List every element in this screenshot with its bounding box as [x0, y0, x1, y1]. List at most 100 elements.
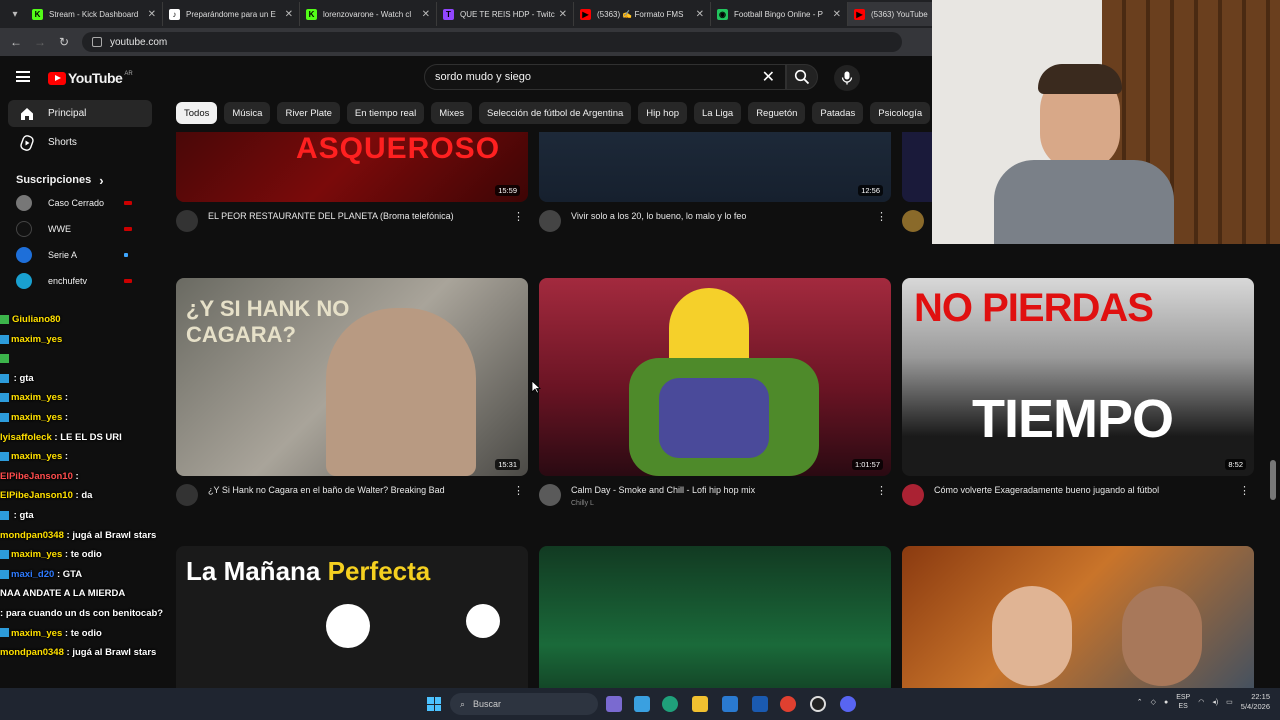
page-scrollbar[interactable]	[1270, 460, 1276, 500]
video-card[interactable]: ASQUEROSO 15:59 EL PEOR RESTAURANTE DEL …	[176, 132, 528, 262]
chip[interactable]: La Liga	[694, 102, 742, 124]
live-indicator	[124, 227, 132, 231]
browser-tab[interactable]: ◉ Football Bingo Online - P ✕	[711, 2, 848, 26]
video-title[interactable]: Vivir solo a los 20, lo bueno, lo malo y…	[571, 210, 871, 222]
video-card[interactable]: 1:01:57 Calm Day - Smoke and Chill - Lof…	[539, 278, 891, 536]
video-card[interactable]: NO PIERDAS TIEMPO 8:52 Cómo volverte Exa…	[902, 278, 1254, 536]
browser-tab[interactable]: K Stream - Kick Dashboard ✕	[26, 2, 163, 26]
person-face	[1122, 586, 1202, 686]
video-card[interactable]	[902, 546, 1254, 688]
chat-message: : gta	[0, 369, 250, 389]
browser-tab[interactable]: ♪ Preparándome para un E ✕	[163, 2, 300, 26]
clock[interactable]: 22:15 5/4/2026	[1241, 692, 1270, 712]
browser-tab[interactable]: Klorenzovarone - Watch cl ✕	[300, 2, 437, 26]
close-icon[interactable]: ✕	[148, 9, 156, 20]
chip-todos[interactable]: Todos	[176, 102, 218, 124]
taskbar-search[interactable]: ⌕ Buscar	[450, 693, 598, 715]
task-view-icon[interactable]	[606, 696, 622, 712]
sidebar-item-shorts[interactable]: Shorts	[8, 129, 152, 156]
chip[interactable]: Selección de fútbol de Argentina	[479, 102, 632, 124]
video-card[interactable]	[539, 546, 891, 688]
chat-message: : para cuando un ds con benitocab?	[0, 607, 164, 619]
discord-icon[interactable]	[840, 696, 856, 712]
close-icon[interactable]: ✕	[422, 9, 430, 20]
network-icon[interactable]: ◇	[1151, 698, 1156, 706]
browser-tab[interactable]: T QUE TE REIS HDP - Twitch ✕	[437, 2, 574, 26]
store-icon[interactable]	[722, 696, 738, 712]
chevron-up-icon[interactable]: ⌃	[1137, 698, 1143, 706]
battery-icon[interactable]: ▭	[1226, 698, 1233, 706]
voice-search-button[interactable]	[834, 65, 860, 91]
video-thumbnail[interactable]: 12:56	[539, 132, 891, 202]
home-icon	[18, 105, 36, 123]
close-icon[interactable]: ✕	[559, 9, 567, 20]
search-input[interactable]: sordo mudo y siego ✕	[424, 64, 786, 90]
chip[interactable]: Mixes	[431, 102, 472, 124]
obs-icon[interactable]	[810, 696, 826, 712]
more-options-icon[interactable]: ⋮	[876, 484, 887, 497]
video-thumbnail[interactable]: 1:01:57	[539, 278, 891, 476]
chip[interactable]: En tiempo real	[346, 102, 425, 124]
sidebar-item-principal[interactable]: Principal	[8, 100, 152, 127]
close-icon[interactable]: ✕	[285, 9, 293, 20]
video-card[interactable]: 12:56 Vivir solo a los 20, lo bueno, lo …	[539, 132, 891, 262]
youtube-logo[interactable]: YouTube AR	[48, 70, 133, 86]
video-thumbnail[interactable]: ASQUEROSO 15:59	[176, 132, 528, 202]
chip[interactable]: Patadas	[812, 102, 864, 124]
subscription-item[interactable]: Serie A	[0, 242, 160, 268]
copilot-icon[interactable]	[634, 696, 650, 712]
chip[interactable]: Música	[224, 102, 271, 124]
browser-tab[interactable]: ▶ (5363) ✍ Formato FMS ✕	[574, 2, 711, 26]
chip[interactable]: Hip hop	[638, 102, 688, 124]
back-icon[interactable]: ←	[4, 35, 28, 49]
youtube-icon: ▶	[580, 8, 591, 20]
channel-avatar[interactable]	[539, 484, 561, 506]
site-info-icon[interactable]	[92, 37, 102, 47]
chrome-icon[interactable]	[780, 696, 796, 712]
more-options-icon[interactable]: ⋮	[513, 210, 524, 223]
search-button[interactable]	[786, 64, 818, 90]
forward-icon[interactable]: →	[28, 35, 52, 49]
more-options-icon[interactable]: ⋮	[876, 210, 887, 223]
volume-icon[interactable]: ◂)	[1212, 698, 1218, 706]
channel-avatar[interactable]	[902, 484, 924, 506]
subscription-item[interactable]: Caso Cerrado	[0, 190, 160, 216]
subscription-item[interactable]: enchufetv	[0, 268, 160, 294]
tab-search-icon[interactable]: ▾	[4, 3, 26, 25]
avatar	[16, 247, 32, 263]
more-options-icon[interactable]: ⋮	[1239, 484, 1250, 497]
video-duration: 12:56	[858, 185, 883, 196]
channel-avatar[interactable]	[902, 210, 924, 232]
language-indicator[interactable]: ESP ES	[1176, 693, 1190, 711]
close-icon[interactable]: ✕	[696, 9, 704, 20]
hank-figure	[326, 308, 476, 476]
subscription-item[interactable]: WWE	[0, 216, 160, 242]
chip[interactable]: Reguetón	[748, 102, 806, 124]
more-options-icon[interactable]: ⋮	[513, 484, 524, 497]
wifi-icon[interactable]: ◠	[1198, 698, 1204, 706]
microphone-icon[interactable]: ●	[1164, 699, 1168, 706]
video-duration: 1:01:57	[851, 459, 883, 470]
close-icon[interactable]: ✕	[833, 9, 841, 20]
reload-icon[interactable]: ↻	[52, 35, 76, 49]
video-title[interactable]: ¿Y Si Hank no Cagara en el baño de Walte…	[208, 484, 508, 496]
subscriptions-header[interactable]: Suscripciones ›	[0, 156, 160, 190]
video-title[interactable]: Cómo volverte Exageradamente bueno jugan…	[934, 484, 1234, 496]
outlook-icon[interactable]	[752, 696, 768, 712]
edge-icon[interactable]	[662, 696, 678, 712]
badge-icon	[0, 628, 9, 638]
channel-avatar[interactable]	[176, 210, 198, 232]
url-field[interactable]: youtube.com	[82, 32, 902, 52]
video-thumbnail[interactable]	[539, 546, 891, 688]
chip[interactable]: River Plate	[277, 102, 340, 124]
windows-start-icon[interactable]	[427, 697, 441, 711]
video-title[interactable]: Calm Day - Smoke and Chill - Lofi hip ho…	[571, 484, 871, 496]
chip[interactable]: Psicología	[870, 102, 931, 124]
menu-icon[interactable]	[16, 71, 30, 82]
video-thumbnail[interactable]: NO PIERDAS TIEMPO 8:52	[902, 278, 1254, 476]
video-thumbnail[interactable]	[902, 546, 1254, 688]
video-title[interactable]: EL PEOR RESTAURANTE DEL PLANETA (Broma t…	[208, 210, 508, 222]
file-explorer-icon[interactable]	[692, 696, 708, 712]
channel-avatar[interactable]	[539, 210, 561, 232]
clear-search-icon[interactable]: ✕	[762, 67, 775, 87]
